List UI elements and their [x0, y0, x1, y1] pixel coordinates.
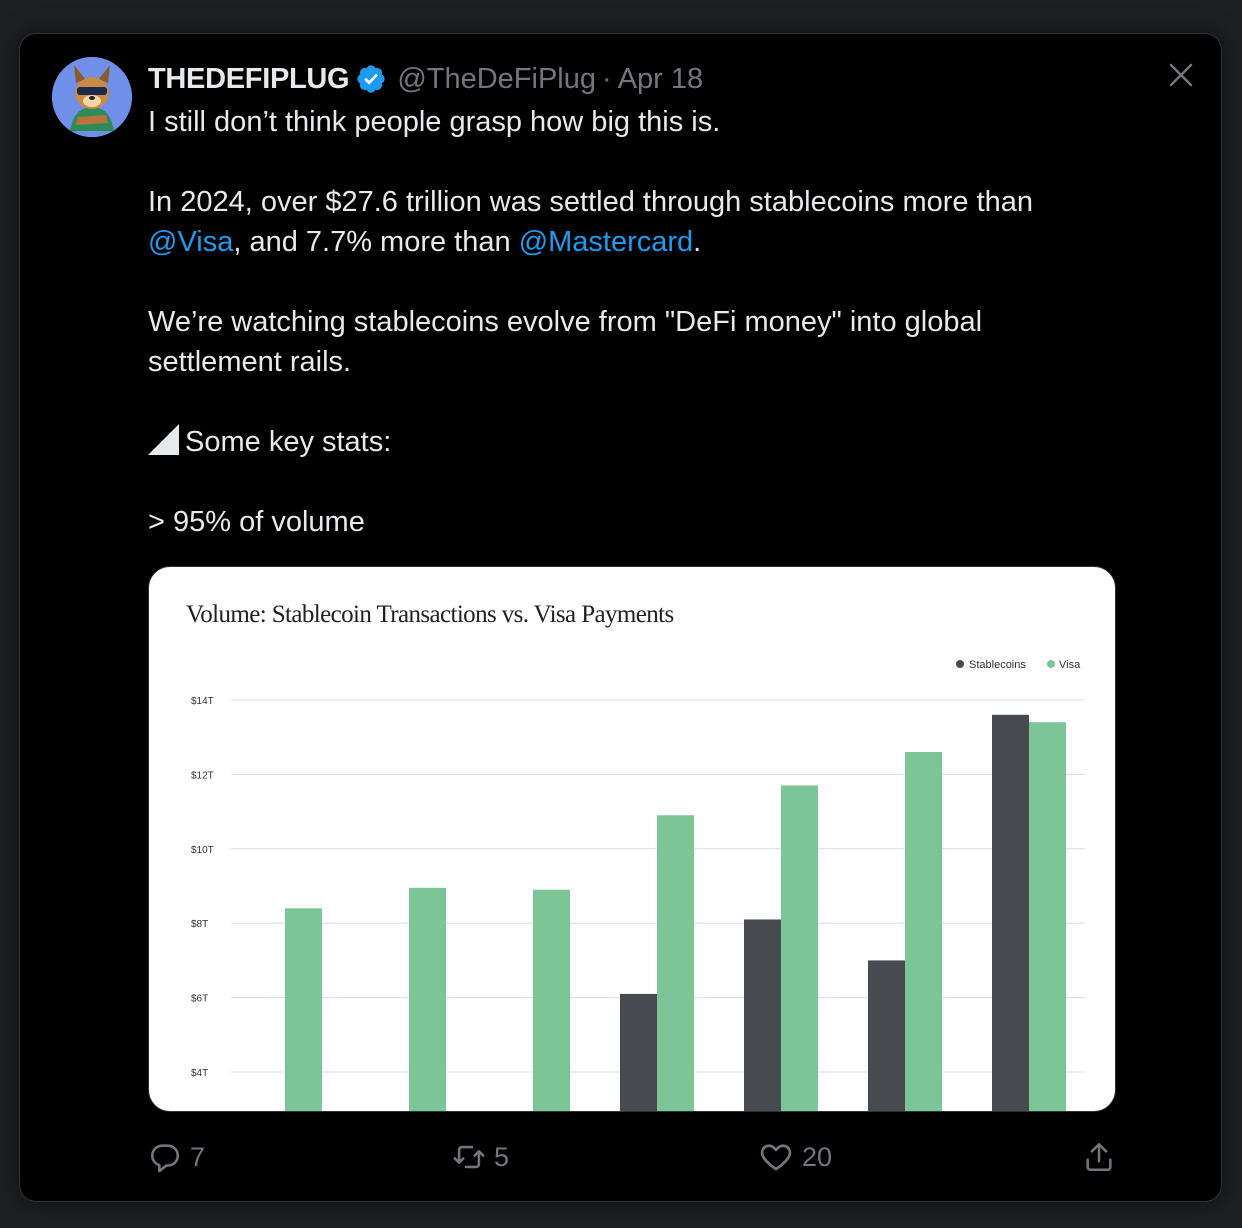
bar-visa	[781, 785, 818, 1111]
tweet-line: In 2024, over $27.6 trillion was settled…	[148, 182, 1148, 262]
tweet-media-chart[interactable]: Volume: Stablecoin Transactions vs. Visa…	[148, 566, 1116, 1112]
like-button[interactable]: 20	[758, 1139, 832, 1175]
bar-visa	[1029, 722, 1066, 1111]
tweet-card: THEDEFIPLUG @TheDeFiPlug · Apr 18 I stil…	[20, 34, 1221, 1201]
bar-stablecoins	[992, 714, 1029, 1111]
cartoon-dog-avatar-icon	[52, 57, 132, 137]
close-icon[interactable]	[1166, 60, 1196, 90]
signal-triangle-icon	[148, 424, 179, 455]
y-tick-label: $4T	[191, 1068, 208, 1079]
tweet-text-segment: , and 7.7% more than	[233, 226, 519, 258]
tweet-text-segment: Some key stats:	[185, 426, 392, 458]
bar-visa	[657, 815, 694, 1111]
tweet-line: I still don’t think people grasp how big…	[148, 106, 721, 138]
reply-icon	[151, 1144, 180, 1173]
author-name[interactable]: THEDEFIPLUG	[148, 63, 350, 96]
tweet-line: We’re watching stablecoins evolve from "…	[148, 306, 983, 378]
share-button[interactable]	[1082, 1139, 1124, 1175]
legend-label-stablecoins: Stablecoins	[969, 659, 1026, 671]
author-avatar[interactable]	[52, 57, 132, 137]
bar-stablecoins	[620, 993, 657, 1111]
bar-stablecoins	[868, 960, 905, 1111]
author-handle[interactable]: @TheDeFiPlug	[397, 63, 596, 96]
y-tick-label: $8T	[191, 919, 208, 930]
retweet-count: 5	[494, 1141, 510, 1172]
verified-badge-icon	[357, 65, 385, 93]
bar-chart: Volume: Stablecoin Transactions vs. Visa…	[186, 601, 1085, 1111]
bar-visa	[409, 887, 446, 1111]
tweet-actions: 7 5 20	[148, 1139, 1116, 1175]
y-tick-label: $12T	[191, 770, 214, 781]
reply-count: 7	[190, 1141, 206, 1172]
retweet-button[interactable]: 5	[452, 1139, 509, 1175]
reply-button[interactable]: 7	[148, 1139, 205, 1175]
chart-title: Volume: Stablecoin Transactions vs. Visa…	[186, 601, 674, 628]
y-tick-label: $10T	[191, 845, 214, 856]
tweet-date[interactable]: Apr 18	[618, 63, 703, 96]
legend-marker-visa	[1047, 660, 1055, 668]
legend-marker-stablecoins	[956, 660, 964, 668]
share-icon	[1086, 1142, 1112, 1172]
header-separator: ·	[602, 62, 612, 95]
legend-label-visa: Visa	[1059, 659, 1081, 671]
mention-mastercard-link[interactable]: @Mastercard	[519, 226, 693, 258]
retweet-icon	[453, 1145, 485, 1169]
bar-visa	[285, 908, 322, 1111]
tweet-text-segment: In 2024, over $27.6 trillion was settled…	[148, 186, 1034, 218]
bar-visa	[533, 889, 570, 1111]
tweet-line: > 95% of volume	[148, 506, 365, 538]
tweet-text-segment: .	[693, 226, 702, 258]
tweet-header: THEDEFIPLUG @TheDeFiPlug · Apr 18	[148, 61, 703, 97]
like-count: 20	[802, 1141, 833, 1172]
heart-icon	[760, 1144, 792, 1171]
tweet-text: I still don’t think people grasp how big…	[148, 102, 1148, 542]
y-tick-label: $14T	[191, 696, 214, 707]
tweet-line: Some key stats:	[148, 422, 1148, 462]
bar-visa	[905, 751, 942, 1111]
y-tick-label: $6T	[191, 994, 208, 1005]
mention-visa-link[interactable]: @Visa	[148, 226, 233, 258]
bar-stablecoins	[744, 919, 781, 1111]
